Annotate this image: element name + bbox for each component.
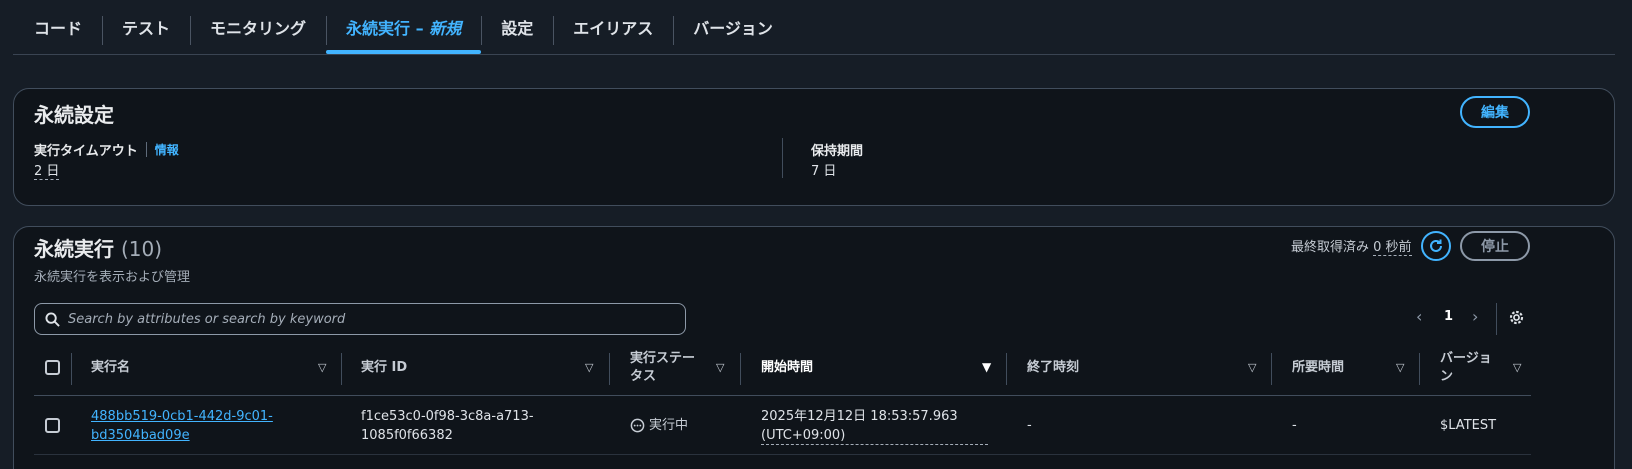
tab-bar: コード テスト モニタリング 永続実行 – 新規 設定 エイリアス バージョン xyxy=(13,0,1615,55)
sort-icon[interactable]: ▽ xyxy=(1396,361,1404,374)
execution-name-line[interactable]: bd3504bad09e xyxy=(91,428,190,443)
stop-button[interactable]: 停止 xyxy=(1460,231,1530,261)
column-header-end-time[interactable]: 終了時刻 xyxy=(1027,340,1079,396)
status-indicator: 実行中 xyxy=(630,416,688,435)
column-header-name[interactable]: 実行名 xyxy=(91,340,130,396)
column-label: 実行 ID xyxy=(361,360,408,375)
tab-new-label: 新規 xyxy=(429,19,462,38)
last-fetched-value[interactable]: 0 秒前 xyxy=(1373,240,1412,256)
column-label: 実行名 xyxy=(91,360,131,375)
start-time-timezone[interactable]: (UTC+09:00) xyxy=(761,427,988,445)
table-header: 実行名 ▽ 実行 ID ▽ 実行ステータス ▽ 開始時間 ▼ 終了時刻 ▽ 所要… xyxy=(34,340,1531,396)
timeout-value-text[interactable]: 2 日 xyxy=(34,164,60,180)
start-time-line: 2025年12月12日 18:53:57.963 xyxy=(761,409,958,424)
tab-monitoring[interactable]: モニタリング xyxy=(190,0,326,54)
end-time: - xyxy=(1027,418,1032,433)
durable-settings-title: 永続設定 xyxy=(34,103,114,127)
last-fetched-label: 最終取得済み xyxy=(1291,240,1370,255)
divider xyxy=(1006,353,1007,385)
last-fetched: 最終取得済み 0 秒前 xyxy=(1291,236,1412,256)
timeout-label: 実行タイムアウト xyxy=(34,144,138,159)
durable-settings-panel: 永続設定 編集 実行タイムアウト 情報 2 日 保持期間 7 日 xyxy=(13,88,1615,206)
sort-icon[interactable]: ▽ xyxy=(585,361,593,374)
tab-label: バージョン xyxy=(693,19,773,38)
column-label: 実行ステータス xyxy=(630,351,696,384)
durable-executions-panel: 永続実行 (10) 永続実行を表示および管理 最終取得済み 0 秒前 停止 ‹ … xyxy=(13,226,1615,469)
divider xyxy=(740,353,741,385)
executions-description: 永続実行を表示および管理 xyxy=(34,270,191,285)
tab-label: コード xyxy=(34,19,83,38)
timeout-label-row: 実行タイムアウト 情報 xyxy=(34,140,179,159)
divider xyxy=(145,142,147,157)
row-checkbox[interactable] xyxy=(45,418,60,433)
executions-count: (10) xyxy=(120,237,163,261)
divider xyxy=(609,353,610,385)
search-input[interactable] xyxy=(68,311,668,327)
retention-value: 7 日 xyxy=(811,164,837,179)
refresh-button[interactable] xyxy=(1421,231,1451,261)
divider xyxy=(782,138,783,178)
tab-label: 設定 xyxy=(501,19,534,38)
divider xyxy=(1419,353,1420,385)
sort-icon[interactable]: ▽ xyxy=(318,361,326,374)
tab-label: モニタリング xyxy=(210,19,307,38)
duration: - xyxy=(1292,418,1297,433)
executions-table: 実行名 ▽ 実行 ID ▽ 実行ステータス ▽ 開始時間 ▼ 終了時刻 ▽ 所要… xyxy=(34,340,1531,458)
sort-icon[interactable]: ▽ xyxy=(1248,361,1256,374)
timeout-value: 2 日 xyxy=(34,160,60,180)
edit-button[interactable]: 編集 xyxy=(1460,96,1530,128)
next-page-icon[interactable]: › xyxy=(1472,307,1478,326)
start-time: 2025年12月12日 18:53:57.963 (UTC+09:00) xyxy=(761,407,988,445)
tab-label: エイリアス xyxy=(573,19,654,38)
preferences-button[interactable] xyxy=(1508,309,1525,330)
status-text: 実行中 xyxy=(649,418,689,433)
divider xyxy=(71,353,72,385)
in-progress-icon xyxy=(630,418,645,433)
version: $LATEST xyxy=(1440,418,1497,433)
execution-name-link[interactable]: 488bb519-0cb1-442d-9c01- bd3504bad09e xyxy=(91,407,273,445)
execution-name-line[interactable]: 488bb519-0cb1-442d-9c01- xyxy=(91,409,273,424)
column-label: バージョン xyxy=(1440,351,1492,384)
tab-settings[interactable]: 設定 xyxy=(481,0,553,54)
execution-id-line: 1085f0f66382 xyxy=(361,428,453,443)
tab-aliases[interactable]: エイリアス xyxy=(553,0,673,54)
search-field[interactable] xyxy=(34,303,686,335)
column-label: 開始時間 xyxy=(761,360,814,375)
divider xyxy=(1271,353,1272,385)
executions-title-text: 永続実行 xyxy=(34,237,114,261)
execution-id: f1ce53c0-0f98-3c8a-a713- 1085f0f66382 xyxy=(361,407,534,445)
tab-code[interactable]: コード xyxy=(13,0,102,54)
tab-durable-executions[interactable]: 永続実行 – 新規 xyxy=(326,0,482,54)
divider xyxy=(1496,303,1497,335)
column-header-version[interactable]: バージョン xyxy=(1440,340,1498,396)
execution-id-line: f1ce53c0-0f98-3c8a-a713- xyxy=(361,409,534,424)
search-icon xyxy=(45,311,60,327)
info-link[interactable]: 情報 xyxy=(155,141,179,158)
page-number[interactable]: 1 xyxy=(1444,309,1453,324)
sort-descending-icon[interactable]: ▼ xyxy=(982,360,991,374)
column-header-duration[interactable]: 所要時間 xyxy=(1292,340,1344,396)
retention-label: 保持期間 xyxy=(811,144,864,159)
sort-icon[interactable]: ▽ xyxy=(1513,361,1521,374)
column-label: 終了時刻 xyxy=(1027,360,1080,375)
gear-icon xyxy=(1509,310,1524,325)
divider xyxy=(341,353,342,385)
column-header-id[interactable]: 実行 ID xyxy=(361,340,407,396)
column-header-start-time[interactable]: 開始時間 xyxy=(761,340,813,396)
sort-icon[interactable]: ▽ xyxy=(716,361,724,374)
tab-test[interactable]: テスト xyxy=(102,0,190,54)
table-row: 488bb519-0cb1-442d-9c01- bd3504bad09e f1… xyxy=(34,397,1531,455)
column-header-status[interactable]: 実行ステータス xyxy=(630,340,702,396)
tab-label: テスト xyxy=(122,19,171,38)
executions-title: 永続実行 (10) xyxy=(34,233,162,262)
select-all-checkbox[interactable] xyxy=(45,360,60,375)
refresh-icon xyxy=(1430,239,1442,252)
column-label: 所要時間 xyxy=(1292,360,1345,375)
tab-versions[interactable]: バージョン xyxy=(673,0,793,54)
previous-page-icon[interactable]: ‹ xyxy=(1416,307,1422,326)
tab-label: 永続実行 – xyxy=(346,19,430,38)
